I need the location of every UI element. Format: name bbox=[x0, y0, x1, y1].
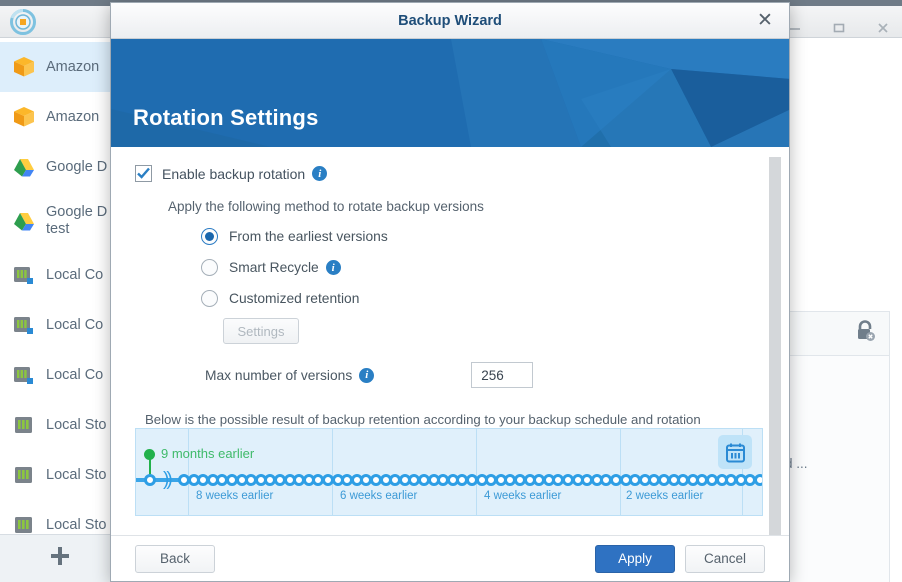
timeline-break-icon: )) bbox=[163, 469, 173, 490]
method-option-earliest-label: From the earliest versions bbox=[229, 229, 388, 244]
local-storage-icon bbox=[11, 412, 37, 438]
settings-button[interactable]: Settings bbox=[223, 318, 299, 344]
back-button[interactable]: Back bbox=[135, 544, 215, 573]
sidebar-item-7[interactable]: Local Sto bbox=[0, 400, 119, 450]
apply-button[interactable]: Apply bbox=[595, 544, 675, 573]
sidebar-item-3[interactable]: Google Dtest bbox=[0, 192, 119, 250]
sidebar-item-0[interactable]: Amazon bbox=[0, 42, 119, 92]
max-versions-info-icon[interactable]: i bbox=[359, 367, 375, 383]
local-copy-icon bbox=[11, 262, 37, 288]
sidebar-item-label: Google D bbox=[46, 158, 108, 175]
sidebar-footer bbox=[0, 534, 119, 582]
sidebar-item-8[interactable]: Local Sto bbox=[0, 450, 119, 500]
timeline-column-divider-3 bbox=[620, 429, 621, 515]
add-task-button[interactable] bbox=[49, 545, 71, 572]
timeline-column-divider-2 bbox=[476, 429, 477, 515]
sidebar-item-label: Amazon bbox=[46, 108, 100, 125]
timeline-origin-point bbox=[144, 474, 156, 486]
google-drive-icon bbox=[11, 208, 37, 234]
sidebar-item-label: Local Co bbox=[46, 266, 104, 283]
dialog-footer: Back Apply Cancel bbox=[111, 535, 789, 581]
sidebar-task-list: Amazon Amazon Google D Google Dtest Local Co… bbox=[0, 38, 119, 534]
sidebar-item-6[interactable]: Local Co bbox=[0, 350, 119, 400]
retention-timeline: 9 months earlier )) 8 weeks earlier 6 we… bbox=[135, 428, 763, 516]
timeline-marker-dot bbox=[144, 449, 155, 460]
backup-wizard-dialog: Backup Wizard ✕ Rotation Settings Enable… bbox=[110, 2, 790, 582]
lock-disabled-icon[interactable] bbox=[855, 320, 875, 347]
local-storage-icon bbox=[11, 512, 37, 534]
max-versions-label: Max number of versions bbox=[205, 367, 353, 383]
method-intro-text: Apply the following method to rotate bac… bbox=[168, 199, 484, 214]
method-option-smart-recycle-label: Smart Recycle bbox=[229, 260, 319, 275]
method-option-customized-label: Customized retention bbox=[229, 291, 360, 306]
radio-smart-recycle[interactable] bbox=[201, 259, 218, 276]
dialog-scrollbar-track[interactable] bbox=[769, 157, 781, 535]
enable-rotation-row[interactable]: Enable backup rotation i bbox=[135, 165, 759, 182]
local-copy-icon bbox=[11, 362, 37, 388]
timeline-tick-label-3: 2 weeks earlier bbox=[626, 490, 704, 502]
sidebar-item-label: Local Co bbox=[46, 366, 104, 383]
google-drive-icon bbox=[11, 154, 37, 180]
calendar-icon[interactable] bbox=[718, 435, 752, 469]
enable-rotation-label: Enable backup rotation bbox=[162, 165, 306, 182]
sidebar-item-1[interactable]: Amazon bbox=[0, 92, 119, 142]
local-storage-icon bbox=[11, 462, 37, 488]
enable-rotation-info-icon[interactable]: i bbox=[312, 166, 328, 181]
dialog-titlebar: Backup Wizard ✕ bbox=[111, 3, 789, 39]
sidebar-item-label: Local Co bbox=[46, 316, 104, 333]
dialog-banner: Rotation Settings bbox=[111, 39, 789, 147]
sidebar-item-5[interactable]: Local Co bbox=[0, 300, 119, 350]
max-versions-input[interactable] bbox=[471, 362, 534, 388]
dialog-close-icon[interactable]: ✕ bbox=[753, 9, 777, 33]
sidebar: Amazon Amazon Google D Google Dtest Local Co… bbox=[0, 6, 120, 582]
dialog-title: Backup Wizard bbox=[398, 12, 502, 29]
timeline-tick-label-2: 4 weeks earlier bbox=[484, 490, 562, 502]
amazon-box-icon bbox=[11, 54, 37, 80]
cancel-button[interactable]: Cancel bbox=[685, 544, 765, 573]
timeline-column-divider-0 bbox=[188, 429, 189, 515]
sidebar-item-label: Local Sto bbox=[46, 466, 107, 483]
hyper-backup-logo bbox=[0, 6, 119, 38]
sidebar-item-4[interactable]: Local Co bbox=[0, 250, 119, 300]
local-copy-icon bbox=[11, 312, 37, 338]
timeline-tick-label-0: 8 weeks earlier bbox=[196, 490, 274, 502]
timeline-column-divider-1 bbox=[332, 429, 333, 515]
screen: scheduled ... AmazonAmazonGoogle DGoogle… bbox=[0, 0, 902, 582]
timeline-tick-label-1: 6 weeks earlier bbox=[340, 490, 418, 502]
sidebar-item-9[interactable]: Local Sto bbox=[0, 500, 119, 534]
radio-customized-retention[interactable] bbox=[201, 290, 218, 307]
sidebar-item-label: Amazon bbox=[46, 58, 100, 75]
sidebar-item-label: Google Dtest bbox=[46, 204, 108, 237]
smart-recycle-info-icon[interactable]: i bbox=[325, 260, 341, 275]
enable-rotation-checkbox[interactable] bbox=[135, 165, 152, 182]
dialog-body: Enable backup rotation i Apply the follo… bbox=[111, 147, 789, 535]
footer-actions: Apply Cancel bbox=[595, 544, 765, 573]
sidebar-item-label: Local Sto bbox=[46, 516, 107, 533]
sidebar-item-label: Local Sto bbox=[46, 416, 107, 433]
max-versions-row: Max number of versions i bbox=[205, 362, 759, 388]
method-option-earliest[interactable]: From the earliest versions bbox=[201, 228, 759, 245]
method-option-smart-recycle[interactable]: Smart Recycle i bbox=[201, 259, 759, 276]
dialog-scrollbar-thumb[interactable] bbox=[769, 157, 781, 535]
sidebar-item-2[interactable]: Google D bbox=[0, 142, 119, 192]
amazon-box-icon bbox=[11, 104, 37, 130]
radio-earliest-versions[interactable] bbox=[201, 228, 218, 245]
banner-title: Rotation Settings bbox=[133, 105, 319, 130]
timeline-version-dot bbox=[754, 474, 762, 486]
timeline-marker-label: 9 months earlier bbox=[161, 446, 255, 461]
method-option-customized[interactable]: Customized retention bbox=[201, 290, 759, 307]
